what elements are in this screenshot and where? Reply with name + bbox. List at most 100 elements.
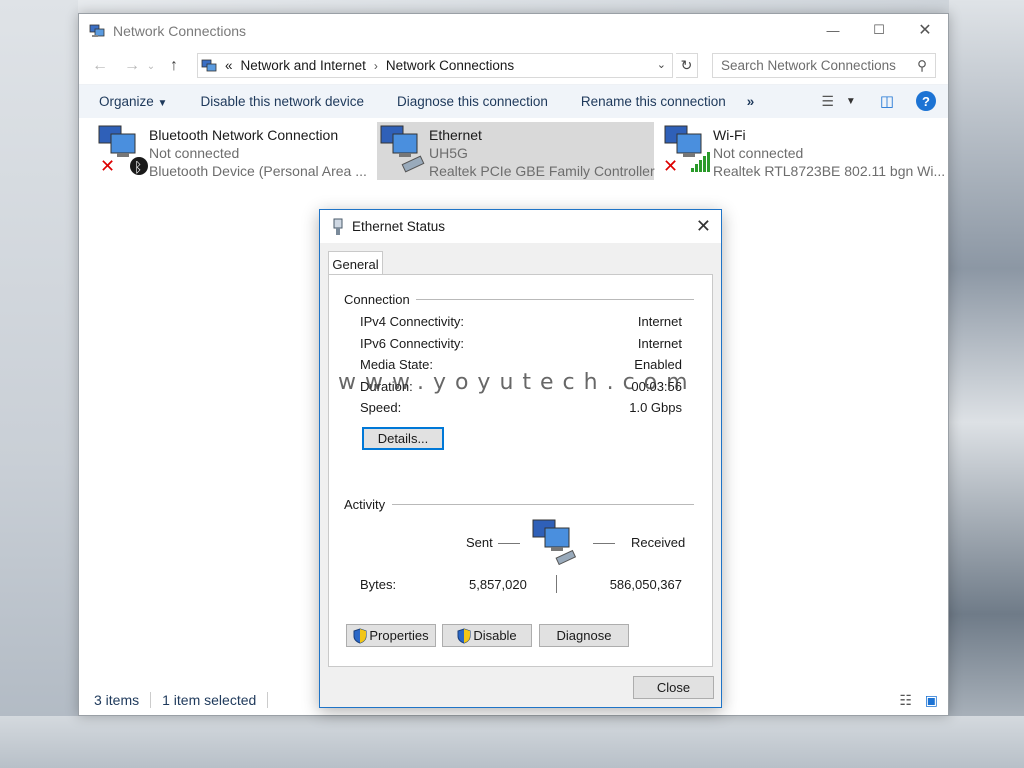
selected-count: 1 item selected <box>162 692 257 708</box>
received-label: Received <box>631 535 686 550</box>
general-tab-panel: Connection IPv4 Connectivity: Internet I… <box>328 274 713 667</box>
organize-label: Organize <box>99 94 154 109</box>
ethernet-adapter-icon <box>377 122 429 180</box>
details-button[interactable]: Details... <box>362 427 444 450</box>
connection-status: UH5G <box>429 145 468 161</box>
list-item-bluetooth[interactable]: ✕ ᛒ Bluetooth Network Connection Not con… <box>97 122 377 180</box>
refresh-icon: ↻ <box>680 57 693 73</box>
svg-text:ᛒ: ᛒ <box>134 160 142 176</box>
list-item-ethernet[interactable]: Ethernet UH5G Realtek PCIe GBE Family Co… <box>377 122 655 180</box>
help-button[interactable]: ? <box>916 91 936 111</box>
connection-name: Wi-Fi <box>713 127 746 143</box>
wifi-adapter-icon: ✕ <box>661 122 713 180</box>
ipv4-label: IPv4 Connectivity: <box>360 314 465 329</box>
ethernet-plug-icon <box>333 218 343 235</box>
change-view-icon[interactable]: ☰ <box>821 93 834 110</box>
activity-group-label: Activity <box>344 497 392 512</box>
uac-shield-icon <box>457 627 471 644</box>
breadcrumb-network-connections[interactable]: Network Connections <box>386 58 514 73</box>
large-icons-view-icon[interactable]: ▣ <box>925 692 938 709</box>
search-input[interactable]: Search Network Connections ⚲ <box>712 53 936 78</box>
up-button[interactable]: ↑ <box>161 53 187 79</box>
network-connections-icon <box>89 24 105 37</box>
properties-label: Properties <box>369 628 429 643</box>
received-line <box>593 543 615 544</box>
search-placeholder: Search Network Connections <box>721 58 896 73</box>
rename-connection-button[interactable]: Rename this connection <box>581 94 726 109</box>
network-activity-icon <box>532 519 577 566</box>
close-window-button[interactable]: ✕ <box>902 14 948 46</box>
properties-button[interactable]: Properties <box>346 624 436 647</box>
back-button[interactable]: ← <box>87 53 113 79</box>
watermark-text: www.yoyutech.com <box>338 370 697 395</box>
breadcrumb-overflow[interactable]: « <box>225 58 233 73</box>
diagnose-button[interactable]: Diagnose <box>539 624 629 647</box>
window-title: Network Connections <box>113 23 247 39</box>
tab-general[interactable]: General <box>328 251 383 276</box>
speed-label: Speed: <box>360 400 402 415</box>
connection-group-line <box>414 299 694 300</box>
connections-list: ✕ ᛒ Bluetooth Network Connection Not con… <box>79 118 948 182</box>
bytes-sent-value: 5,857,020 <box>469 577 527 592</box>
sent-line <box>498 543 520 544</box>
connection-group-label: Connection <box>344 292 416 307</box>
address-bar[interactable]: « Network and Internet › Network Connect… <box>197 53 673 78</box>
title-bar: Network Connections — ☐ ✕ <box>79 14 948 48</box>
status-divider <box>150 692 152 708</box>
forward-arrow-icon: → <box>124 57 140 74</box>
maximize-button[interactable]: ☐ <box>856 14 902 46</box>
ipv6-value: Internet <box>637 336 682 351</box>
command-bar: Organize ▼ Disable this network device D… <box>79 84 948 118</box>
minimize-icon: — <box>826 22 840 38</box>
connection-name: Ethernet <box>429 127 482 143</box>
recent-locations-button[interactable]: ⌄ <box>145 53 157 79</box>
bytes-label: Bytes: <box>360 577 397 592</box>
item-count: 3 items <box>94 692 140 708</box>
forward-button[interactable]: → <box>119 53 145 79</box>
svg-text:✕: ✕ <box>663 156 678 177</box>
preview-pane-icon[interactable]: ◫ <box>880 92 894 110</box>
organize-menu[interactable]: Organize ▼ <box>99 94 167 109</box>
close-dialog-button[interactable]: Close <box>633 676 714 699</box>
network-connections-icon <box>201 59 217 71</box>
network-adapter-icon: ✕ ᛒ <box>97 122 149 180</box>
minimize-button[interactable]: — <box>810 14 856 46</box>
bytes-divider <box>556 575 557 593</box>
dialog-title: Ethernet Status <box>352 219 446 234</box>
connection-name: Bluetooth Network Connection <box>149 127 339 143</box>
diagnose-connection-button[interactable]: Diagnose this connection <box>397 94 548 109</box>
disable-button[interactable]: Disable <box>442 624 532 647</box>
up-arrow-icon: ↑ <box>170 57 178 74</box>
list-item-wifi[interactable]: ✕ Wi-Fi Not connected Realtek RTL8723BE … <box>661 122 945 180</box>
svg-text:✕: ✕ <box>100 156 115 177</box>
caret-down-icon: ▼ <box>157 98 168 109</box>
desktop-background-right <box>949 0 1024 768</box>
ipv6-label: IPv6 Connectivity: <box>360 336 465 351</box>
connection-status: Not connected <box>713 145 804 161</box>
speed-value: 1.0 Gbps <box>629 400 682 415</box>
more-commands-button[interactable]: » <box>747 94 755 109</box>
connection-status: Not connected <box>149 145 240 161</box>
connection-device: Bluetooth Device (Personal Area ... <box>149 163 367 179</box>
close-icon: ✕ <box>918 22 932 39</box>
ipv4-value: Internet <box>637 314 682 329</box>
dialog-close-icon[interactable]: ✕ <box>696 216 711 237</box>
dialog-title-bar: Ethernet Status ✕ <box>320 210 721 243</box>
maximize-icon: ☐ <box>873 22 885 37</box>
connection-device: Realtek PCIe GBE Family Controller <box>429 163 655 179</box>
connection-device: Realtek RTL8723BE 802.11 bgn Wi... <box>713 163 946 179</box>
desktop-background-left <box>0 0 78 768</box>
caret-down-icon[interactable]: ▼ <box>846 96 856 107</box>
details-view-icon[interactable]: ☷ <box>899 692 912 709</box>
desktop-background-bottom <box>0 716 1024 768</box>
breadcrumb-separator-icon[interactable]: › <box>374 59 378 73</box>
back-arrow-icon: ← <box>92 57 108 74</box>
chevron-down-icon: ⌄ <box>146 60 156 72</box>
breadcrumb-network-and-internet[interactable]: Network and Internet <box>241 58 366 73</box>
address-dropdown-icon[interactable]: ⌄ <box>657 58 666 71</box>
refresh-button[interactable]: ↻ <box>676 53 698 78</box>
bytes-received-value: 586,050,367 <box>609 577 682 592</box>
search-icon: ⚲ <box>917 58 927 73</box>
disable-device-button[interactable]: Disable this network device <box>200 94 364 109</box>
sent-label: Sent <box>466 535 493 550</box>
